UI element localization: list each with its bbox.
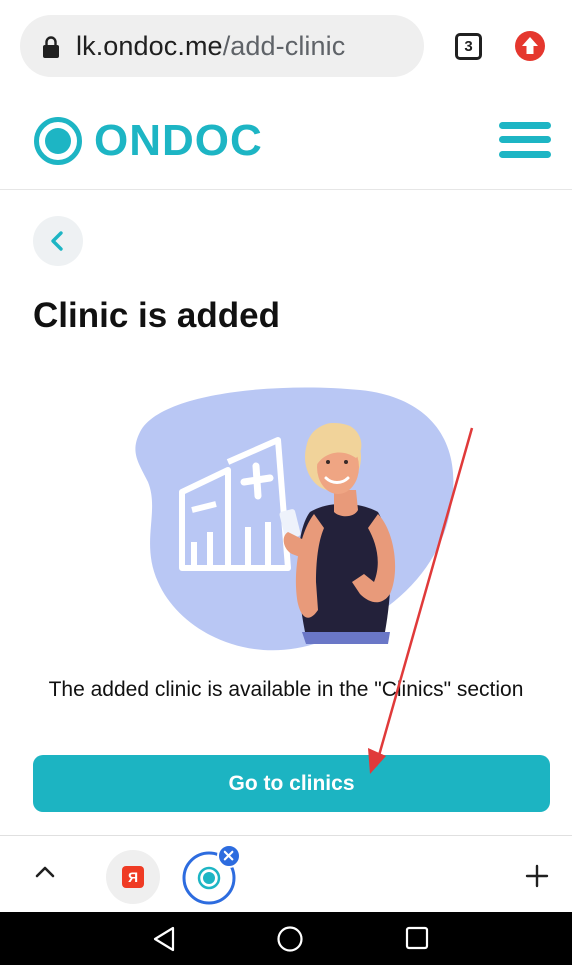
page-title: Clinic is added — [33, 296, 280, 335]
browser-url-bar: lk.ondoc.me/add-clinic 3 — [0, 0, 572, 92]
url-domain: lk.ondoc.me — [76, 31, 223, 61]
chevron-up-icon[interactable] — [34, 863, 56, 879]
address-field[interactable]: lk.ondoc.me/add-clinic — [20, 15, 424, 77]
back-triangle-icon[interactable] — [151, 925, 177, 953]
logo-text[interactable]: ONDOC — [94, 114, 263, 168]
update-arrow-icon[interactable] — [515, 31, 545, 61]
yandex-tab-icon[interactable]: Я — [106, 850, 160, 904]
system-navigation-bar — [0, 912, 572, 965]
yandex-badge: Я — [122, 866, 144, 888]
go-to-clinics-button[interactable]: Go to clinics — [33, 755, 550, 812]
back-button[interactable] — [33, 216, 83, 266]
url-path: /add-clinic — [222, 31, 346, 61]
home-circle-icon[interactable] — [276, 925, 304, 953]
plus-icon[interactable] — [525, 864, 549, 888]
url-text: lk.ondoc.me/add-clinic — [76, 29, 345, 63]
chevron-left-icon — [51, 231, 63, 251]
browser-bottom-bar: Я — [0, 835, 572, 912]
clinic-added-illustration — [135, 387, 454, 651]
hamburger-menu-icon[interactable] — [499, 122, 551, 158]
lock-icon — [43, 36, 59, 58]
info-text: The added clinic is available in the "Cl… — [48, 678, 524, 701]
ondoc-logo-icon[interactable] — [33, 116, 83, 166]
close-tab-icon[interactable] — [217, 844, 241, 868]
site-header: ONDOC — [0, 92, 572, 190]
tabs-count-icon[interactable]: 3 — [455, 33, 482, 60]
recents-square-icon[interactable] — [404, 925, 430, 951]
